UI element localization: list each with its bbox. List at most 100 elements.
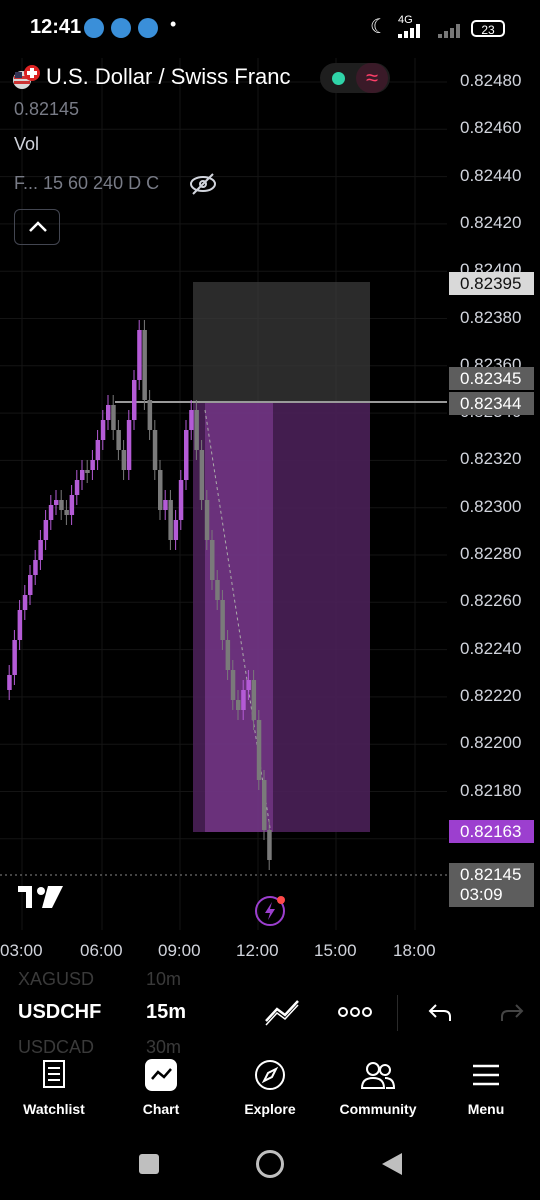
candle [173,520,179,540]
candle [54,500,59,505]
tab-explore[interactable]: Explore [220,1058,320,1117]
eye-slash-icon[interactable] [188,172,218,196]
moon-icon: ☾ [370,16,388,38]
tab-label: Explore [244,1101,296,1117]
price-axis-label: 0.82460 [460,118,522,138]
time-axis-label: 09:00 [158,941,201,960]
candle [199,450,205,500]
candle [132,380,137,420]
tab-chart[interactable]: Chart [111,1058,211,1117]
candle [33,560,38,575]
candle [106,405,111,420]
compass-icon [255,1060,285,1090]
back-icon[interactable] [380,1151,404,1177]
candle [158,470,163,510]
candle [137,330,142,380]
candle [126,420,132,470]
market-status-toggle[interactable]: ≈ [320,63,390,93]
recents-icon[interactable] [139,1154,159,1174]
candle [189,410,194,430]
tab-watchlist[interactable]: Watchlist [4,1058,104,1117]
chart-toolbar: XAGUSD USDCHF USDCAD 10m 15m 30m [0,969,540,1057]
candle [267,830,272,860]
watchlist-icon [43,1060,65,1088]
time-axis-label: 18:00 [393,941,436,960]
home-icon[interactable] [256,1150,284,1178]
time-axis-label: 15:00 [314,941,357,960]
market-open-icon [332,72,345,85]
tab-label: Chart [142,1101,180,1117]
candle [194,410,199,450]
tab-menu[interactable]: Menu [436,1058,536,1117]
candle [215,580,220,600]
redo-icon[interactable] [500,1001,524,1023]
symbol-selector[interactable]: USDCHF [18,1001,101,1024]
candle [262,780,267,830]
flash-icon [255,896,285,926]
price-axis-label: 0.82440 [460,165,522,185]
messenger-icon [84,18,104,38]
price-axis-label: 0.82180 [460,780,522,800]
candle [204,500,210,540]
candle [121,450,127,470]
candle [28,575,33,595]
stop-loss-zone [193,282,370,402]
candle [241,690,246,710]
tab-label: Community [339,1101,417,1117]
candle [95,440,101,460]
price-axis-label: 0.82420 [460,212,522,232]
toolbar-divider [397,995,398,1031]
candle [80,470,85,480]
system-nav-bar [0,1135,540,1200]
more-options-icon[interactable] [338,1005,372,1019]
wave-icon: ≈ [356,63,388,93]
indicators-icon[interactable] [263,997,301,1027]
candle [251,680,257,720]
price-axis-label: 0.82320 [460,449,522,469]
price-tag: 0.82345 [449,367,534,390]
status-time: 12:41 [30,16,82,38]
candle [116,430,121,450]
time-axis-label: 03:00 [0,941,43,960]
candle [246,680,251,690]
price-axis-label: 0.82480 [460,71,522,90]
undo-icon[interactable] [428,1001,452,1023]
candle [7,675,12,690]
price-axis-label: 0.82220 [460,685,522,705]
telegram-icon [111,18,131,38]
price-axis-label: 0.82280 [460,544,522,563]
candle-countdown: 03:09 [449,883,534,907]
chart-icon [145,1059,177,1091]
candle [178,480,184,520]
price-axis-label: 0.82300 [460,496,522,516]
collapse-button[interactable] [14,209,60,245]
community-icon [360,1062,396,1089]
candle [74,480,80,495]
price-axis-label: 0.82200 [460,733,522,753]
candle [64,510,69,515]
volume-label[interactable]: Vol [14,134,39,155]
candle [184,430,189,480]
candle [168,500,173,540]
candle [163,500,168,510]
tab-community[interactable]: Community [328,1058,428,1117]
price-axis-label: 0.82380 [460,307,522,327]
interval-selector[interactable]: 15m [146,1001,186,1024]
tab-label: Menu [467,1101,505,1117]
candle [220,600,225,640]
candle [12,640,17,675]
price-tag: 0.82395 [449,272,534,295]
candle [256,720,262,780]
interval-prev[interactable]: 10m [146,969,181,990]
interval-list[interactable]: F... 15 60 240 D C [14,173,159,194]
chevron-up-icon [29,221,47,232]
tradingview-logo [18,886,63,908]
menu-icon [473,1064,499,1086]
candle [90,460,95,470]
candle [230,670,236,700]
symbol-prev[interactable]: XAGUSD [18,969,94,990]
candle [147,400,153,430]
price-axis-label: 0.82240 [460,638,522,658]
battery-indicator: 23 [471,20,505,37]
symbol-title[interactable]: U.S. Dollar / Swiss Franc [46,64,291,90]
